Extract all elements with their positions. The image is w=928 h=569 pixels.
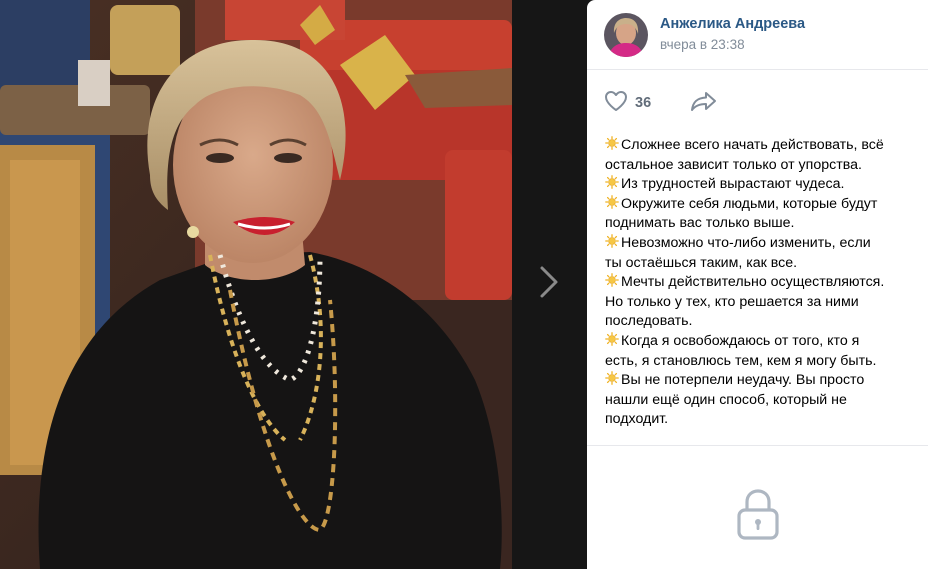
post-text-line: нашли ещё один способ, который не [605, 391, 910, 411]
post-text-line-content: нашли ещё один способ, который не [605, 391, 847, 408]
post-text-line: поднимать вас только выше. [605, 214, 910, 234]
post-text-line-content: есть, я становлюсь тем, кем я могу быть. [605, 352, 877, 369]
sun-emoji-icon [605, 371, 619, 385]
chevron-right-icon [538, 264, 560, 305]
sun-emoji-icon [605, 194, 619, 209]
heart-icon [604, 90, 628, 117]
post-time-link[interactable]: вчера в 23:38 [660, 36, 805, 54]
photo-image [0, 0, 512, 569]
post-text-line: остальное зависит только от упорства. [605, 156, 910, 176]
post-text-line: Когда я освобождаюсь от того, кто я [605, 332, 910, 352]
post-text-line-content: подходит. [605, 411, 669, 428]
photo-viewer: Анжелика Андреева вчера в 23:38 36 Сложн… [0, 0, 928, 569]
sun-emoji-icon [605, 234, 619, 248]
post-panel: Анжелика Андреева вчера в 23:38 36 Сложн… [587, 0, 928, 569]
photo[interactable] [0, 0, 512, 569]
post-text-line: Мечты действительно осуществляются. [605, 273, 910, 293]
post-text-line-content: Мечты действительно осуществляются. [621, 274, 885, 291]
post-text-line-content: Сложнее всего начать действовать, всё [621, 137, 884, 153]
post-text-line-content: последовать. [605, 313, 693, 330]
sun-emoji-icon [605, 273, 619, 288]
post-text-line-content: Из трудностей вырастают чудеса. [621, 176, 845, 193]
post-text-line-content: ты остаёшься таким, как все. [605, 254, 798, 271]
post-text-line: ты остаёшься таким, как все. [605, 254, 910, 274]
post-text: Сложнее всего начать действовать, всё ост… [587, 136, 928, 445]
post-actions: 36 [587, 70, 928, 136]
post-text-line-content: остальное зависит только от упорства. [605, 156, 862, 173]
sun-emoji-icon [605, 332, 619, 346]
like-button[interactable]: 36 [604, 90, 651, 117]
post-text-line: Сложнее всего начать действовать, всё [605, 136, 910, 156]
like-count: 36 [635, 95, 652, 111]
share-button[interactable] [690, 90, 718, 117]
next-photo-button[interactable] [512, 0, 585, 569]
post-header: Анжелика Андреева вчера в 23:38 [587, 0, 928, 70]
locked-comments-area [587, 446, 928, 569]
avatar[interactable] [604, 12, 648, 57]
post-text-line: последовать. [605, 312, 910, 332]
post-text-line: есть, я становлюсь тем, кем я могу быть. [605, 352, 910, 372]
post-text-line-content: поднимать вас только выше. [605, 215, 795, 232]
sun-emoji-icon [605, 175, 619, 190]
post-text-line: подходит. [605, 410, 910, 430]
post-text-line: Но только у тех, кто решается за ними [605, 293, 910, 313]
lock-icon [735, 486, 781, 547]
post-text-line-content: Окружите себя людьми, которые будут [621, 195, 878, 212]
post-text-line-content: Но только у тех, кто решается за ними [605, 293, 859, 310]
post-text-line: Окружите себя людьми, которые будут [605, 194, 910, 215]
post-text-line-content: Невозможно что-либо изменить, если [621, 234, 871, 251]
post-text-line: Невозможно что-либо изменить, если [605, 234, 910, 254]
share-arrow-icon [690, 90, 718, 117]
post-text-line: Из трудностей вырастают чудеса. [605, 175, 910, 195]
author-name-link[interactable]: Анжелика Андреева [660, 15, 805, 33]
post-text-line-content: Вы не потерпели неудачу. Вы просто [621, 372, 865, 389]
sun-emoji-icon [605, 136, 619, 150]
post-text-line-content: Когда я освобождаюсь от того, кто я [621, 332, 860, 349]
post-text-line: Вы не потерпели неудачу. Вы просто [605, 371, 910, 391]
